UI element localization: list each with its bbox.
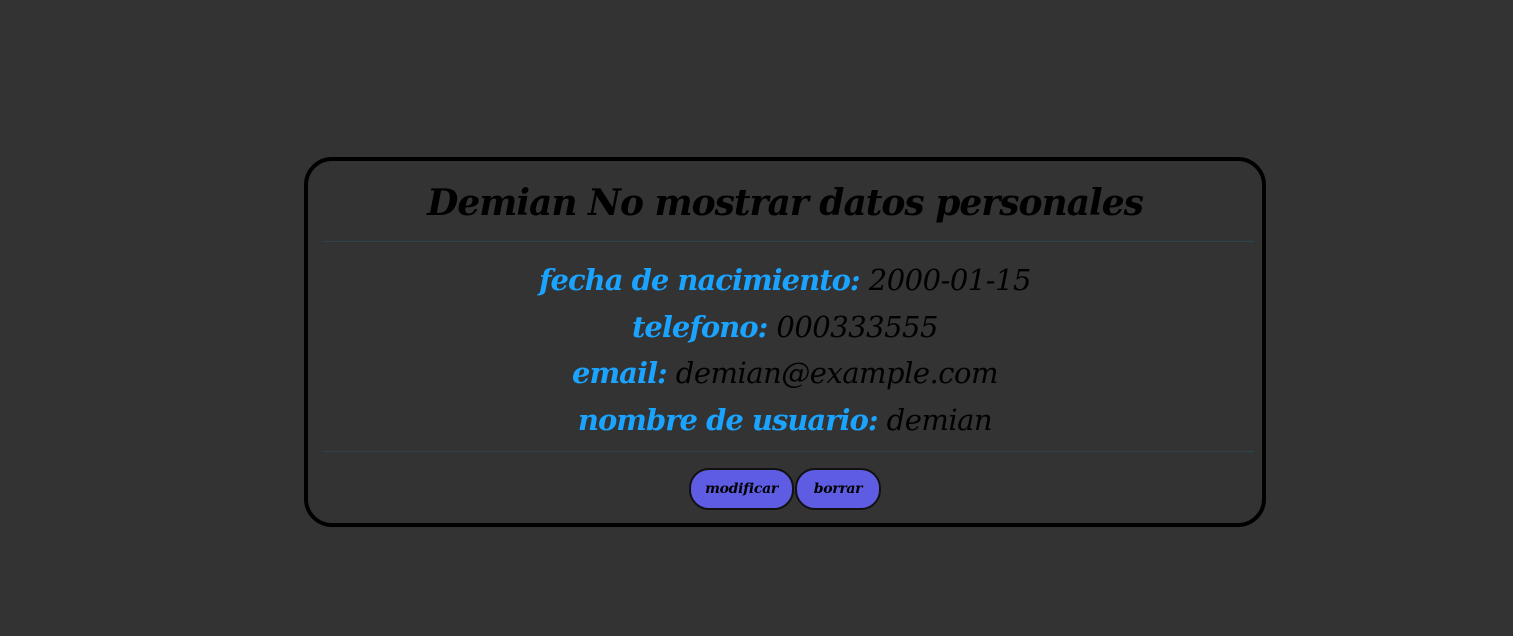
email-value: demian@example.com xyxy=(675,356,999,390)
card-actions: modificar borrar xyxy=(308,468,1262,510)
username-row: nombre de usuario: demian xyxy=(308,397,1262,444)
top-divider xyxy=(323,241,1254,242)
username-label: nombre de usuario: xyxy=(577,402,887,437)
phone-row: telefono: 000333555 xyxy=(308,304,1262,351)
bottom-divider xyxy=(323,451,1254,452)
email-row: email: demian@example.com xyxy=(308,350,1262,397)
user-profile-card: Demian No mostrar datos personales fecha… xyxy=(304,157,1266,527)
phone-label: telefono: xyxy=(632,309,777,344)
birthdate-label: fecha de nacimiento: xyxy=(539,263,869,297)
phone-value: 000333555 xyxy=(776,309,938,344)
username-value: demian xyxy=(886,402,993,437)
email-label: email: xyxy=(572,356,676,390)
profile-title: Demian No mostrar datos personales xyxy=(427,182,1144,224)
profile-fields: fecha de nacimiento: 2000-01-15 telefono… xyxy=(308,257,1262,443)
birthdate-value: 2000-01-15 xyxy=(868,263,1032,297)
birthdate-row: fecha de nacimiento: 2000-01-15 xyxy=(308,257,1262,304)
modify-button[interactable]: modificar xyxy=(689,468,794,510)
delete-button[interactable]: borrar xyxy=(795,468,881,510)
